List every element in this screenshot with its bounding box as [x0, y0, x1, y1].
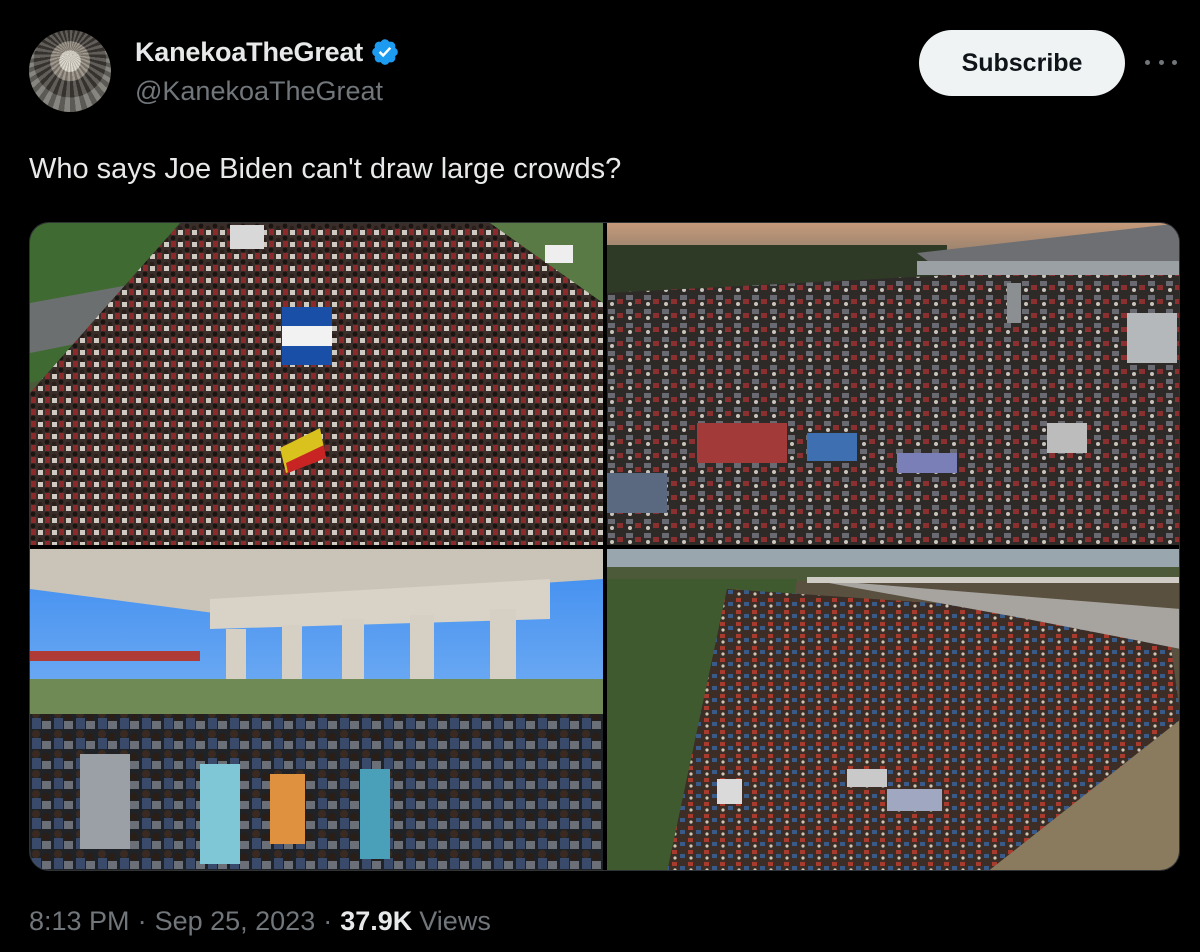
- meta-separator: ·: [323, 906, 333, 936]
- photo-camp-under-bridge[interactable]: [607, 223, 1179, 545]
- subscribe-button[interactable]: Subscribe: [919, 30, 1125, 96]
- media-grid: [29, 222, 1180, 871]
- photo-crowd-under-overpass[interactable]: [30, 549, 603, 870]
- author-handle[interactable]: @KanekoaTheGreat: [135, 76, 383, 107]
- photo-crowd-marching[interactable]: [30, 223, 603, 545]
- more-options-icon[interactable]: [1145, 50, 1177, 74]
- tweet-meta: 8:13 PM · Sep 25, 2023 · 37.9K Views: [29, 906, 491, 937]
- tweet-time[interactable]: 8:13 PM: [29, 906, 130, 937]
- tweet-text: Who says Joe Biden can't draw large crow…: [29, 153, 622, 185]
- author-name-row: KanekoaTheGreat: [135, 32, 400, 72]
- avatar[interactable]: [29, 30, 111, 112]
- verified-badge-icon[interactable]: [370, 37, 400, 67]
- display-name[interactable]: KanekoaTheGreat: [135, 37, 363, 68]
- tweet-date[interactable]: Sep 25, 2023: [155, 906, 316, 937]
- views-count[interactable]: 37.9K: [340, 906, 412, 937]
- photo-aerial-camp[interactable]: [607, 549, 1179, 870]
- meta-separator: ·: [137, 906, 147, 936]
- views-label: Views: [419, 906, 491, 936]
- avatar-image: [29, 30, 111, 112]
